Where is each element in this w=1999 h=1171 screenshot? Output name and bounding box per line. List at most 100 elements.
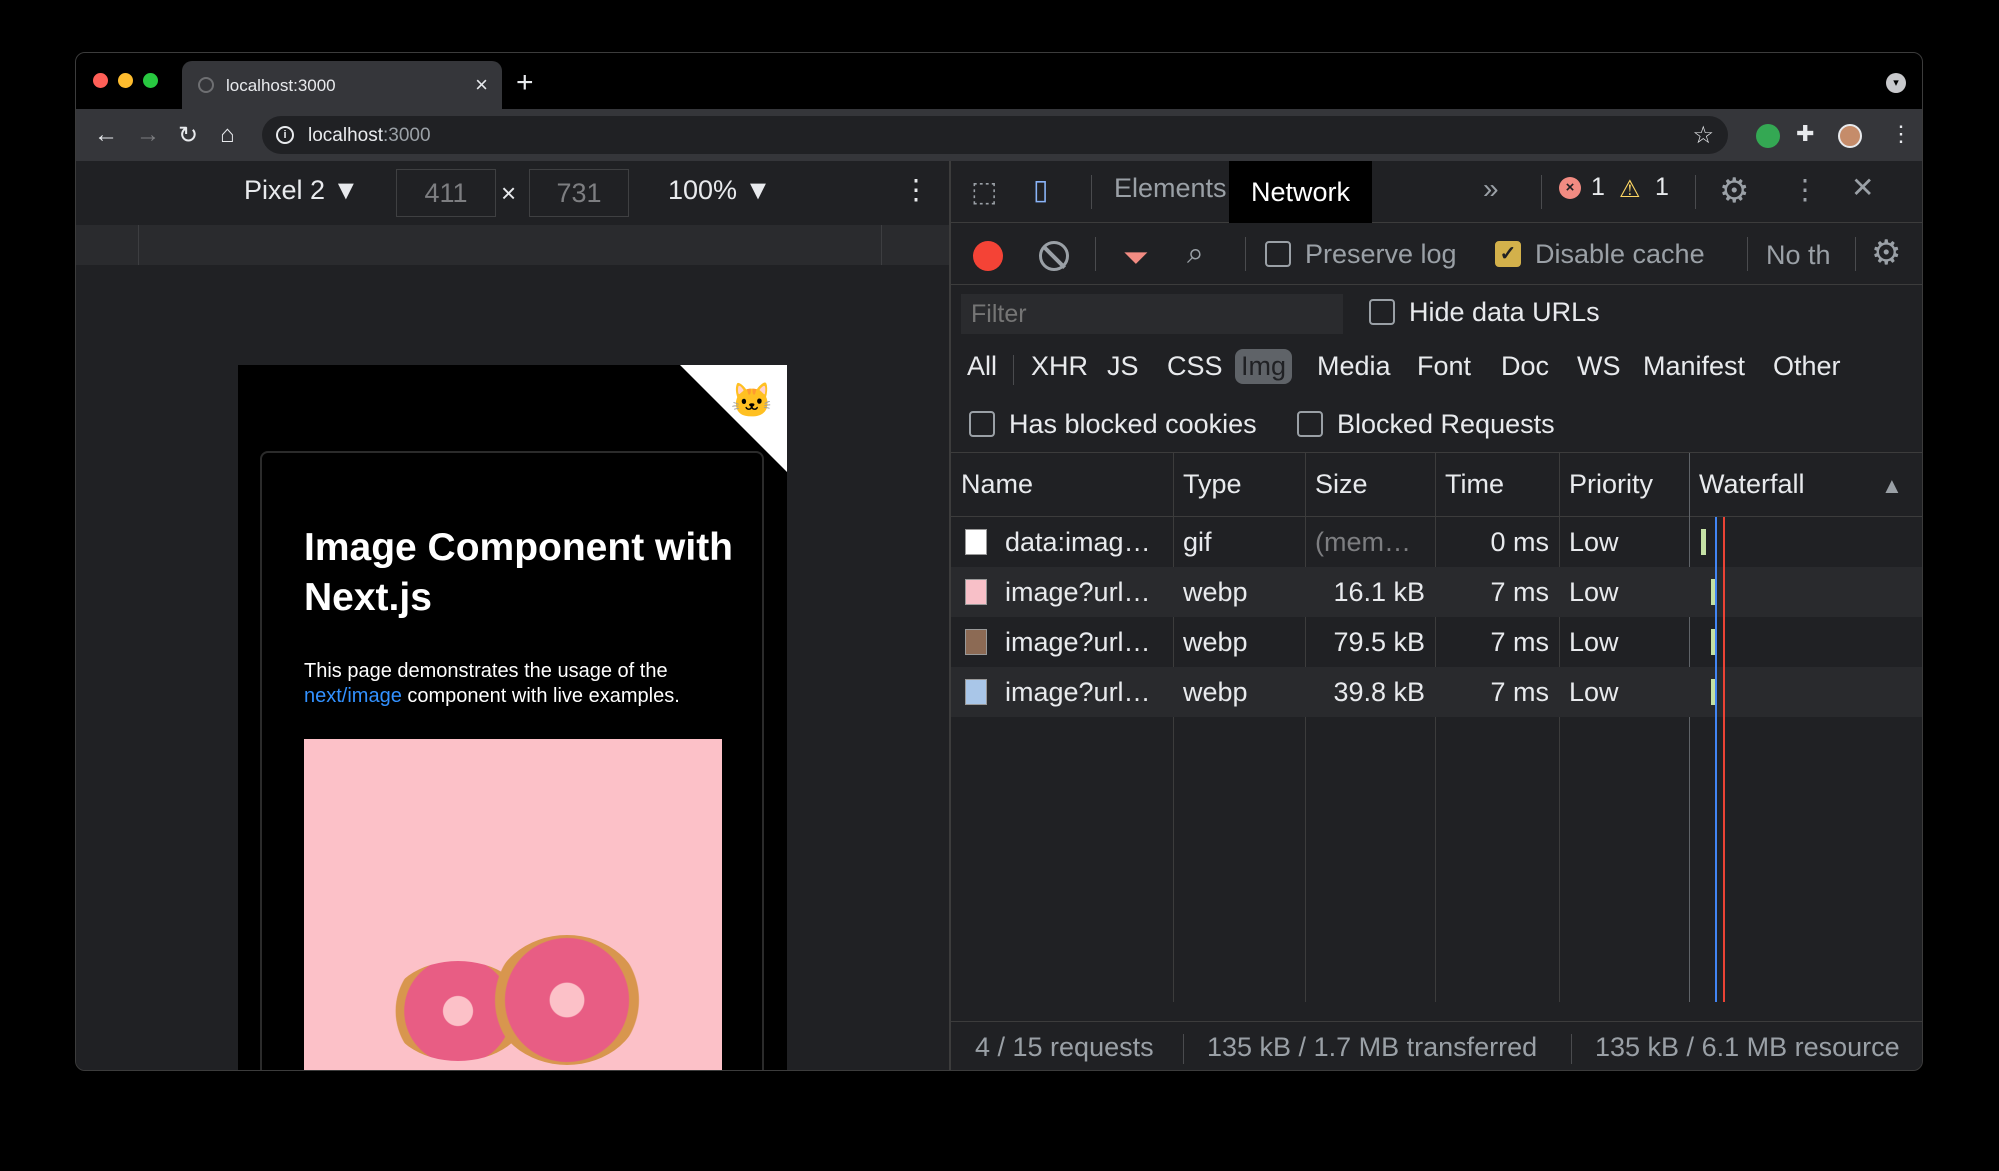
has-blocked-cookies-checkbox[interactable] xyxy=(969,411,995,437)
blocked-requests-label: Blocked Requests xyxy=(1337,409,1555,439)
info-icon[interactable]: i xyxy=(276,126,294,144)
network-request-table: Name Type Size Time Priority Waterfall ▲… xyxy=(951,453,1922,1002)
type-filter-js[interactable]: JS xyxy=(1101,349,1145,384)
row-priority: Low xyxy=(1569,577,1619,607)
table-header: Name Type Size Time Priority Waterfall ▲ xyxy=(951,453,1922,517)
row-name: image?url… xyxy=(1005,577,1151,607)
column-waterfall[interactable]: Waterfall xyxy=(1699,469,1805,500)
blocked-requests-checkbox[interactable] xyxy=(1297,411,1323,437)
next-image-link[interactable]: next/image xyxy=(304,685,402,707)
type-filter-xhr[interactable]: XHR xyxy=(1025,349,1094,384)
network-settings-gear-icon[interactable]: ⚙ xyxy=(1871,233,1901,273)
search-icon[interactable]: ⌕ xyxy=(1187,237,1204,271)
more-options-icon[interactable]: ⋮ xyxy=(902,173,930,206)
bookmark-star-icon[interactable]: ☆ xyxy=(1692,121,1714,150)
column-type[interactable]: Type xyxy=(1183,469,1242,500)
more-tabs-chevron-icon[interactable]: » xyxy=(1483,173,1499,205)
column-size[interactable]: Size xyxy=(1315,469,1368,500)
type-filter-css[interactable]: CSS xyxy=(1161,349,1229,384)
tab-search-icon[interactable]: ▾ xyxy=(1886,73,1906,93)
column-priority[interactable]: Priority xyxy=(1569,469,1653,500)
device-width-input[interactable]: 411 xyxy=(396,169,496,217)
type-filter-img[interactable]: Img xyxy=(1235,349,1293,384)
globe-icon xyxy=(198,77,214,93)
network-toolbar: ⏷ ⌕ Preserve log ✓ Disable cache No th ⚙ xyxy=(951,223,1922,285)
row-time: 7 ms xyxy=(1490,577,1549,607)
column-name[interactable]: Name xyxy=(961,469,1033,500)
settings-gear-icon[interactable]: ⚙ xyxy=(1719,171,1749,211)
home-icon[interactable]: ⌂ xyxy=(220,121,235,149)
device-height-input[interactable]: 731 xyxy=(529,169,629,217)
row-name: image?url… xyxy=(1005,627,1151,657)
device-select[interactable]: Pixel 2 ▼ xyxy=(244,175,359,206)
table-row[interactable]: image?url… webp 79.5 kB 7 ms Low xyxy=(951,617,1922,667)
disable-cache-label: Disable cache xyxy=(1535,239,1705,269)
table-row[interactable]: image?url… webp 16.1 kB 7 ms Low xyxy=(951,567,1922,617)
github-octocat-icon[interactable]: 🐱 xyxy=(731,381,773,421)
maximize-window-button[interactable] xyxy=(143,73,158,88)
browser-tab[interactable]: localhost:3000 × xyxy=(182,61,502,109)
image-thumbnail-icon xyxy=(965,679,987,705)
new-tab-button[interactable]: + xyxy=(516,66,534,100)
back-arrow-icon[interactable]: ← xyxy=(94,121,118,149)
page-description: This page demonstrates the usage of the … xyxy=(304,660,680,707)
close-window-button[interactable] xyxy=(93,73,108,88)
close-devtools-icon[interactable]: ✕ xyxy=(1851,171,1874,204)
transferred-size: 135 kB / 1.7 MB transferred xyxy=(1207,1032,1538,1062)
row-size: 79.5 kB xyxy=(1333,627,1425,657)
grammarly-extension-icon[interactable] xyxy=(1756,124,1780,148)
extensions-puzzle-icon[interactable]: ✚ xyxy=(1796,121,1820,146)
resource-type-filters: All XHR JS CSS Img Media Font Doc WS Man… xyxy=(951,341,1922,397)
disable-cache-checkbox[interactable]: ✓ xyxy=(1495,241,1521,267)
filter-input[interactable] xyxy=(961,294,1343,334)
devtools-menu-icon[interactable]: ⋮ xyxy=(1791,173,1819,206)
tab-network[interactable]: Network xyxy=(1229,161,1373,223)
tab-strip: localhost:3000 × + ▾ xyxy=(76,53,1922,109)
type-filter-doc[interactable]: Doc xyxy=(1495,349,1555,384)
warning-count[interactable]: 1 xyxy=(1655,173,1669,202)
device-toolbar: Pixel 2 ▼ 411 × 731 100% ▼ ⋮ xyxy=(76,161,949,219)
error-icon[interactable]: × xyxy=(1559,177,1581,199)
address-bar[interactable]: i localhost:3000 ☆ xyxy=(262,116,1728,154)
table-row[interactable]: image?url… webp 39.8 kB 7 ms Low xyxy=(951,667,1922,717)
type-filter-media[interactable]: Media xyxy=(1311,349,1397,384)
column-time[interactable]: Time xyxy=(1445,469,1504,500)
forward-arrow-icon[interactable]: → xyxy=(136,121,160,149)
device-toggle-icon[interactable]: ▯ xyxy=(1033,173,1048,206)
browser-toolbar: ← → ↻ ⌂ i localhost:3000 ☆ ✚ ⋮ xyxy=(76,109,1922,161)
type-filter-font[interactable]: Font xyxy=(1411,349,1477,384)
error-count[interactable]: 1 xyxy=(1591,173,1605,202)
preserve-log-checkbox[interactable] xyxy=(1265,241,1291,267)
type-filter-other[interactable]: Other xyxy=(1767,349,1847,384)
row-time: 0 ms xyxy=(1490,527,1549,557)
record-button[interactable] xyxy=(973,241,1003,271)
type-filter-ws[interactable]: WS xyxy=(1571,349,1627,384)
request-count: 4 / 15 requests xyxy=(975,1032,1154,1062)
row-size: 39.8 kB xyxy=(1333,677,1425,707)
clear-icon[interactable] xyxy=(1039,241,1069,271)
row-size: (mem… xyxy=(1315,527,1411,557)
browser-menu-icon[interactable]: ⋮ xyxy=(1890,121,1912,147)
zoom-select[interactable]: 100% ▼ xyxy=(668,175,771,206)
hide-data-urls-checkbox[interactable] xyxy=(1369,299,1395,325)
sort-ascending-icon[interactable]: ▲ xyxy=(1881,473,1903,499)
warning-icon[interactable]: ⚠ xyxy=(1619,175,1641,204)
filter-funnel-icon[interactable]: ⏷ xyxy=(1123,239,1149,277)
tab-elements[interactable]: Elements xyxy=(1114,173,1227,204)
profile-avatar[interactable] xyxy=(1838,124,1862,148)
times-icon: × xyxy=(501,178,517,208)
table-row[interactable]: data:imag… gif (mem… 0 ms Low xyxy=(951,517,1922,567)
row-name: image?url… xyxy=(1005,677,1151,707)
media-query-ruler[interactable] xyxy=(76,225,949,265)
devtools-tab-bar: ⬚ ▯ Elements Network » × 1 ⚠ 1 ⚙ ⋮ ✕ xyxy=(951,161,1922,223)
inspect-element-icon[interactable]: ⬚ xyxy=(971,175,997,208)
reload-icon[interactable]: ↻ xyxy=(178,121,198,150)
preserve-log-label: Preserve log xyxy=(1305,239,1457,269)
type-filter-all[interactable]: All xyxy=(961,349,1003,384)
row-type: webp xyxy=(1183,677,1248,707)
minimize-window-button[interactable] xyxy=(118,73,133,88)
close-tab-icon[interactable]: × xyxy=(475,72,488,98)
donut-image xyxy=(304,739,722,1070)
type-filter-manifest[interactable]: Manifest xyxy=(1637,349,1751,384)
throttling-select[interactable]: No th xyxy=(1766,240,1831,271)
